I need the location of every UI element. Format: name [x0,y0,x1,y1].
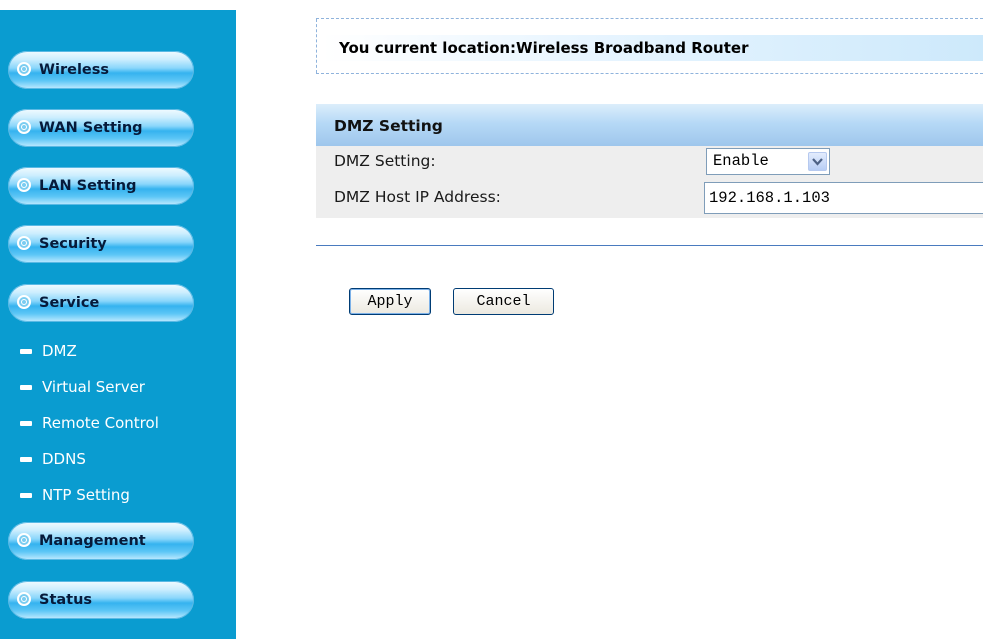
dmz-host-ip-label: DMZ Host IP Address: [334,188,501,206]
dmz-setting-select[interactable]: Enable [706,148,830,175]
sidebar-item-label: DMZ [42,342,77,360]
sidebar-item-label: DDNS [42,450,86,468]
divider [316,245,983,246]
dash-bullet-icon [20,421,32,426]
location-box-border [316,19,317,73]
apply-button[interactable]: Apply [349,288,431,315]
circle-bullet-icon [17,178,31,192]
circle-bullet-icon [17,120,31,134]
menu-label: WAN Setting [39,120,143,136]
circle-bullet-icon [17,236,31,250]
dash-bullet-icon [20,385,32,390]
circle-bullet-icon [17,533,31,547]
current-location-text: You current location:Wireless Broadband … [339,39,749,57]
sidebar-top-strip [0,0,236,10]
dash-bullet-icon [20,457,32,462]
menu-label: LAN Setting [39,178,137,194]
section-title: DMZ Setting [334,117,443,135]
menu-label: Management [39,533,146,549]
circle-bullet-icon [17,592,31,606]
cancel-button[interactable]: Cancel [453,288,554,315]
menu-management-button[interactable]: Management [8,522,194,560]
menu-label: Status [39,592,93,608]
circle-bullet-icon [17,295,31,309]
sidebar-item-label: Remote Control [42,414,159,432]
dmz-host-ip-input[interactable] [704,182,983,214]
menu-security-button[interactable]: Security [8,225,194,263]
menu-label: Wireless [39,62,110,78]
sidebar-item-label: Virtual Server [42,378,145,396]
chevron-down-icon[interactable] [808,152,827,171]
dmz-setting-label: DMZ Setting: [334,152,436,170]
sidebar-item-label: NTP Setting [42,486,130,504]
menu-label: Security [39,236,107,252]
dash-bullet-icon [20,349,32,354]
dash-bullet-icon [20,493,32,498]
menu-lan-setting-button[interactable]: LAN Setting [8,167,194,205]
circle-bullet-icon [17,62,31,76]
menu-wan-setting-button[interactable]: WAN Setting [8,109,194,147]
sidebar: Wireless WAN Setting LAN Setting Securit… [0,0,236,639]
menu-wireless-button[interactable]: Wireless [8,51,194,89]
menu-status-button[interactable]: Status [8,581,194,619]
menu-service-button[interactable]: Service [8,284,194,322]
dmz-setting-value: Enable [713,152,769,170]
menu-label: Service [39,295,100,311]
